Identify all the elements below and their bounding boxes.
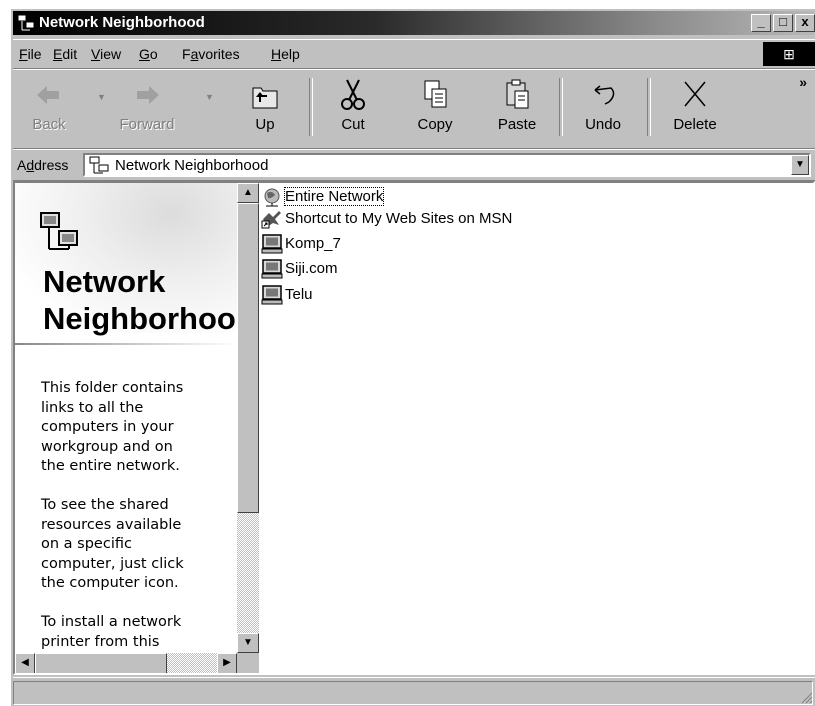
folder-description: This folder contains links to all the co… [41,380,184,650]
back-arrow-icon [37,86,59,104]
status-bar [13,677,815,706]
item-label: Siji.com [285,260,338,277]
address-label: Address [17,157,69,173]
scroll-right-button[interactable]: ▶ [217,653,237,673]
title-bar[interactable]: Network Neighborhood _ □ x [13,11,815,35]
network-neighborhood-icon [89,156,109,174]
forward-dropdown-icon[interactable]: ▼ [205,92,214,102]
minimize-button[interactable]: _ [751,14,771,32]
computer-icon [261,259,283,279]
menu-view[interactable]: View [91,46,121,62]
info-pane-horizontal-scrollbar[interactable]: ◀ ▶ [15,653,259,673]
cut-label: Cut [341,116,365,133]
info-pane-vertical-scrollbar[interactable]: ▲ ▼ [237,183,259,653]
menu-favorites[interactable]: Favorites [182,46,240,62]
menu-edit[interactable]: Edit [53,46,77,62]
horizontal-scroll-thumb[interactable] [35,653,167,673]
folder-title: Network Neighborhood [43,264,237,336]
item-label: Komp_7 [285,235,341,252]
menu-bar: File Edit View Go Favorites Help ⊞ [13,39,815,69]
maximize-button[interactable]: □ [773,14,793,32]
paste-clipboard-icon [506,79,529,109]
content-area: Network Neighborhood This folder contain… [13,181,815,675]
item-label: Entire Network [283,187,385,206]
web-folder-shortcut-icon [261,211,281,229]
network-neighborhood-icon [17,14,35,31]
resize-grip-icon[interactable] [799,690,813,704]
scroll-up-button[interactable]: ▲ [237,183,259,203]
copy-icon [424,80,447,108]
scroll-down-button[interactable]: ▼ [237,633,259,653]
address-input[interactable]: Network Neighborhood ▼ [83,153,811,177]
back-button[interactable]: Back [15,74,83,142]
item-label: Telu [285,286,313,303]
up-label: Up [255,116,275,133]
file-list: Entire Network Shortcut to My Web Sites … [261,183,813,673]
toolbar-separator [309,78,313,136]
window-title: Network Neighborhood [39,14,205,31]
globe-network-icon [264,188,280,207]
delete-x-icon [684,81,706,107]
computer-icon [261,285,283,305]
address-bar: Address Network Neighborhood ▼ [13,149,815,181]
copy-button[interactable]: Copy [401,74,469,142]
toolbar: Back ▼ Forward ▼ Up Cut Copy Paste Undo … [13,69,815,149]
scroll-thumb[interactable] [237,203,259,513]
undo-icon [594,85,615,105]
toolbar-separator [647,78,651,136]
menu-file[interactable]: File [19,46,42,62]
item-label: Shortcut to My Web Sites on MSN [285,210,513,227]
computer-icon [261,234,283,254]
scroll-left-button[interactable]: ◀ [15,653,35,673]
paste-label: Paste [497,116,537,133]
toolbar-overflow-icon[interactable]: » [799,74,807,90]
delete-label: Delete [673,116,717,133]
back-dropdown-icon[interactable]: ▼ [97,92,106,102]
undo-button[interactable]: Undo [569,74,637,142]
up-button[interactable]: Up [231,74,299,142]
undo-label: Undo [585,116,621,133]
forward-arrow-icon [137,86,159,104]
explorer-window: Network Neighborhood _ □ x File Edit Vie… [10,8,815,706]
close-button[interactable]: x [795,14,815,32]
address-dropdown-button[interactable]: ▼ [791,155,809,175]
forward-label: Forward [119,116,175,133]
windows-logo-icon: ⊞ [763,42,815,66]
toolbar-separator [559,78,563,136]
up-folder-icon [252,87,278,109]
title-divider [15,343,237,345]
paste-button[interactable]: Paste [483,74,551,142]
address-value: Network Neighborhood [115,157,269,174]
back-label: Back [32,116,66,133]
delete-button[interactable]: Delete [661,74,729,142]
scissors-icon [341,79,365,110]
web-view-info-pane: Network Neighborhood This folder contain… [15,183,237,653]
scrollbar-corner [237,653,259,673]
menu-go[interactable]: Go [139,46,158,62]
menu-help[interactable]: Help [271,46,300,62]
status-panel [13,681,813,705]
cut-button[interactable]: Cut [319,74,387,142]
forward-button[interactable]: Forward [113,74,181,142]
network-neighborhood-large-icon [40,212,78,250]
copy-label: Copy [417,116,453,133]
